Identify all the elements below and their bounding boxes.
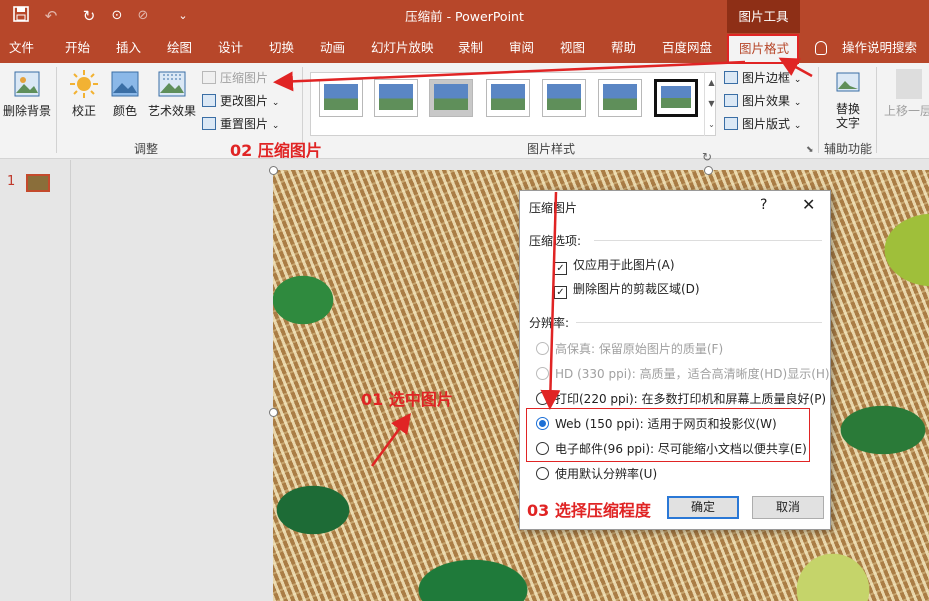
- arrow-step3: [540, 191, 561, 410]
- arrow-step1: [370, 412, 411, 467]
- annotation-arrows: [273, 57, 813, 467]
- arrow-to-tab: [778, 57, 813, 78]
- arrow-step2: [273, 60, 746, 92]
